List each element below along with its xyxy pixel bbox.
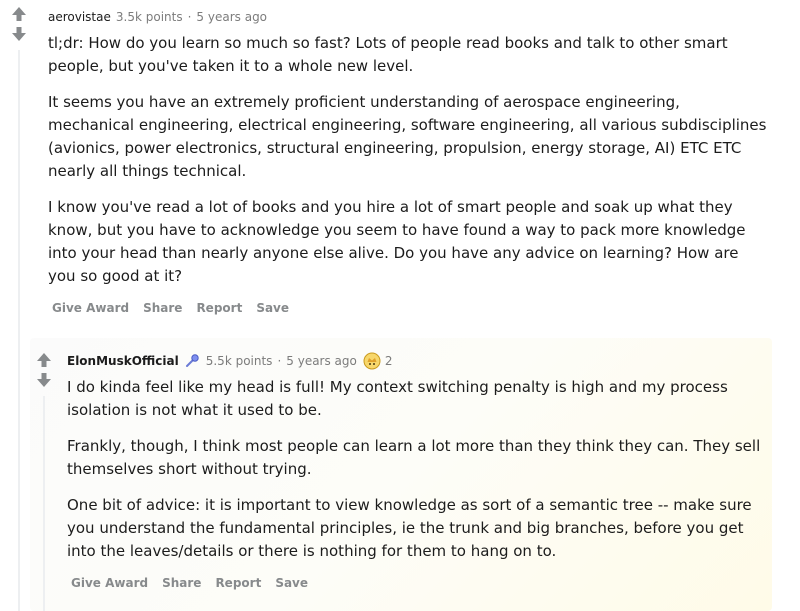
comment-paragraph: One bit of advice: it is important to vi… <box>67 496 752 560</box>
comment-paragraph: I do kinda feel like my head is full! My… <box>67 378 728 419</box>
comment-thread: aerovistae 3.5k points · 5 years ago tl;… <box>0 0 800 611</box>
comment-body: I do kinda feel like my head is full! My… <box>67 376 767 563</box>
comment-actions: Give Award Share Report Save <box>71 576 767 590</box>
meta-separator: · <box>277 354 282 368</box>
comment-timestamp[interactable]: 5 years ago <box>286 354 357 368</box>
comment-paragraph: It seems you have an extremely proficien… <box>48 93 767 180</box>
comment-paragraph: tl;dr: How do you learn so much so fast?… <box>48 34 728 75</box>
report-button[interactable]: Report <box>215 576 261 590</box>
comment-paragraph: Frankly, though, I think most people can… <box>67 437 761 478</box>
comment-author[interactable]: aerovistae <box>48 10 111 24</box>
comment-meta: ElonMuskOfficial 5.5k points · 5 years a… <box>67 352 767 370</box>
comment1-thread-line[interactable] <box>18 50 20 611</box>
comment-author[interactable]: ElonMuskOfficial <box>67 354 179 368</box>
comment-aerovistae: aerovistae 3.5k points · 5 years ago tl;… <box>48 8 768 315</box>
comment-points: 3.5k points <box>115 10 183 24</box>
comment2-thread-line[interactable] <box>43 396 45 611</box>
comment-paragraph: I know you've read a lot of books and yo… <box>48 198 746 285</box>
comment-elonmuskofficial: ElonMuskOfficial 5.5k points · 5 years a… <box>67 352 767 590</box>
give-award-button[interactable]: Give Award <box>71 576 148 590</box>
upvote-icon[interactable] <box>36 352 52 368</box>
microphone-icon <box>184 353 200 369</box>
comment1-vote-column <box>11 6 27 42</box>
share-button[interactable]: Share <box>143 301 182 315</box>
share-button[interactable]: Share <box>162 576 201 590</box>
give-award-button[interactable]: Give Award <box>52 301 129 315</box>
upvote-icon[interactable] <box>11 6 27 22</box>
save-button[interactable]: Save <box>256 301 289 315</box>
award-icon[interactable] <box>363 352 381 370</box>
comment-body: tl;dr: How do you learn so much so fast?… <box>48 32 768 288</box>
save-button[interactable]: Save <box>275 576 308 590</box>
comment2-vote-column <box>36 352 52 388</box>
comment-points: 5.5k points <box>205 354 273 368</box>
comment-meta: aerovistae 3.5k points · 5 years ago <box>48 8 768 26</box>
award-count: 2 <box>384 354 393 368</box>
comment-actions: Give Award Share Report Save <box>52 301 768 315</box>
downvote-icon[interactable] <box>36 372 52 388</box>
downvote-icon[interactable] <box>11 26 27 42</box>
meta-separator: · <box>187 10 192 24</box>
comment-timestamp[interactable]: 5 years ago <box>196 10 267 24</box>
report-button[interactable]: Report <box>196 301 242 315</box>
